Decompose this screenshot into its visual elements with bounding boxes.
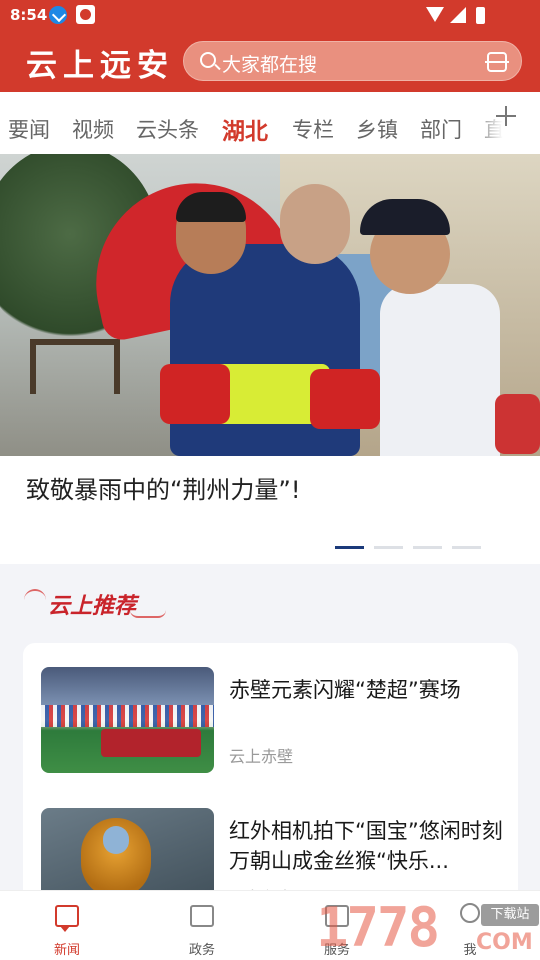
tab-column[interactable]: 专栏 bbox=[292, 114, 334, 144]
download-notification-icon bbox=[49, 6, 67, 24]
carousel-dot-1[interactable] bbox=[335, 546, 364, 549]
tab-video[interactable]: 视频 bbox=[72, 114, 114, 144]
tab-township[interactable]: 乡镇 bbox=[356, 114, 398, 144]
recommend-card: 赤壁元素闪耀“楚超”赛场 云上赤壁 红外相机拍下“国宝”悠闲时刻 万朝山成金丝猴… bbox=[23, 643, 518, 923]
news-title[interactable]: 赤壁元素闪耀“楚超”赛场 bbox=[229, 675, 509, 705]
news-title[interactable]: 红外相机拍下“国宝”悠闲时刻 万朝山成金丝猴“快乐... bbox=[229, 816, 509, 876]
carousel-dot-2[interactable] bbox=[374, 546, 403, 549]
search-icon bbox=[200, 52, 216, 68]
scan-icon[interactable] bbox=[485, 52, 509, 72]
nav-government[interactable]: 政务 bbox=[152, 891, 252, 960]
search-bar[interactable]: 大家都在搜 bbox=[183, 41, 522, 81]
watermark-suffix: COM bbox=[476, 930, 533, 955]
tab-department[interactable]: 部门 bbox=[420, 114, 462, 144]
wifi-icon bbox=[426, 7, 444, 22]
add-channel-icon[interactable] bbox=[496, 106, 516, 126]
bottom-nav: 新闻 政务 服务 我 bbox=[0, 890, 540, 960]
battery-icon bbox=[476, 7, 485, 24]
government-icon bbox=[190, 905, 214, 927]
news-source: 云上赤壁 bbox=[229, 747, 294, 766]
news-thumbnail[interactable] bbox=[41, 667, 214, 773]
carousel-dot-3[interactable] bbox=[413, 546, 442, 549]
nav-label: 政务 bbox=[188, 943, 215, 958]
app-notification-icon bbox=[76, 5, 95, 24]
status-time: 8:54 bbox=[10, 6, 48, 24]
status-bar: 8:54 bbox=[0, 0, 540, 30]
search-input[interactable]: 大家都在搜 bbox=[222, 50, 317, 77]
tab-yaowen[interactable]: 要闻 bbox=[8, 114, 50, 144]
carousel-dot-4[interactable] bbox=[452, 546, 481, 549]
status-icons bbox=[426, 7, 506, 25]
hero-image[interactable] bbox=[0, 154, 540, 456]
list-item[interactable]: 赤壁元素闪耀“楚超”赛场 云上赤壁 bbox=[23, 667, 518, 777]
nav-label: 新闻 bbox=[53, 943, 80, 958]
app-logo: 云上远安 bbox=[26, 48, 174, 84]
nav-news[interactable]: 新闻 bbox=[17, 891, 117, 960]
section-decoration bbox=[24, 589, 46, 601]
section-decoration bbox=[130, 610, 166, 618]
tab-hubei[interactable]: 湖北 bbox=[222, 112, 268, 146]
news-icon bbox=[55, 905, 79, 932]
watermark-logo: 1778 bbox=[316, 896, 440, 959]
profile-icon bbox=[460, 903, 480, 923]
hero-title[interactable]: 致敬暴雨中的“荆州力量”! bbox=[26, 470, 301, 505]
hero-banner[interactable]: 致敬暴雨中的“荆州力量”! bbox=[0, 154, 540, 564]
top-header: 8:54 云上远安 大家都在搜 bbox=[0, 0, 540, 92]
section-title: 云上推荐 bbox=[48, 593, 137, 619]
tab-yuntoutiao[interactable]: 云头条 bbox=[136, 114, 199, 144]
signal-icon bbox=[450, 7, 466, 23]
channel-tabs: 要闻 视频 云头条 湖北 专栏 乡镇 部门 直 bbox=[0, 92, 540, 154]
watermark-badge: 下载站 bbox=[481, 904, 539, 926]
